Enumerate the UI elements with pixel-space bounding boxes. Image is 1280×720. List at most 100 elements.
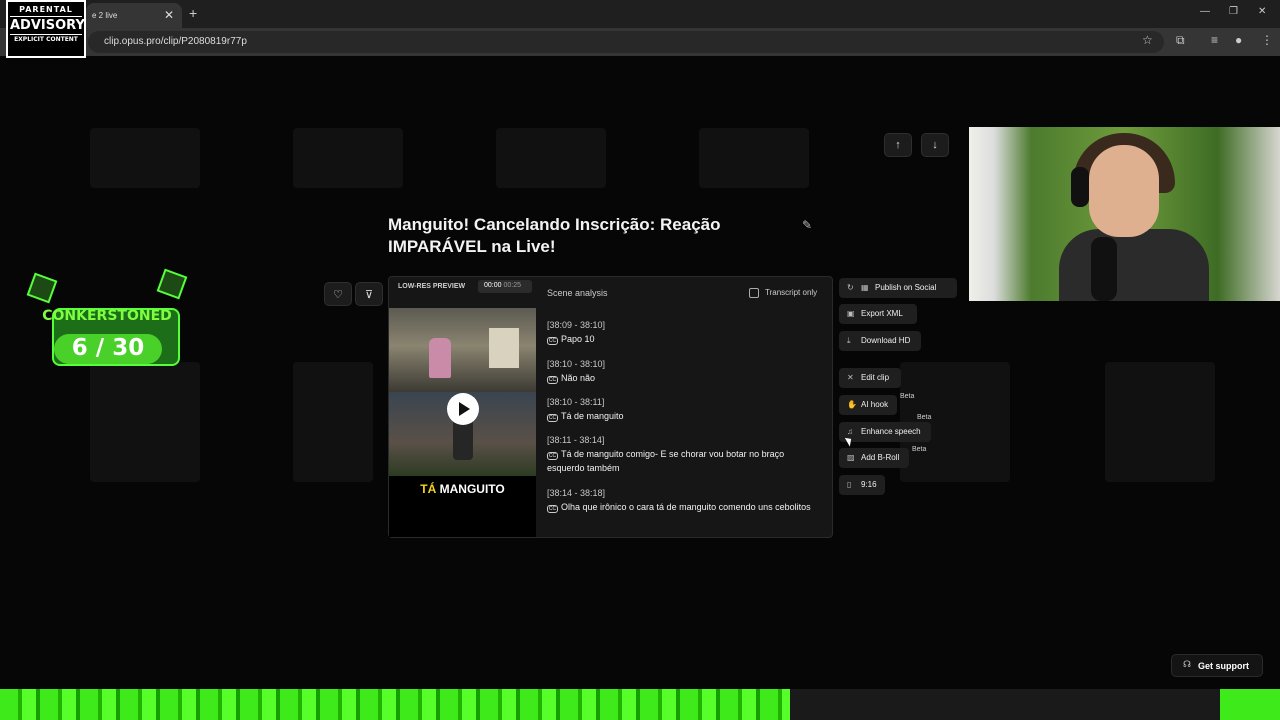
close-tab-icon[interactable]: ✕	[164, 8, 174, 22]
ai-hook-button[interactable]: ✋ AI hook	[839, 395, 897, 415]
add-broll-button[interactable]: ▨ Add B-Roll	[839, 448, 909, 468]
restore-icon[interactable]: ❐	[1229, 6, 1238, 17]
download-icon: ⤓	[847, 336, 851, 345]
clip-title: Manguito! Cancelando Inscrição: Reação I…	[388, 215, 721, 256]
ai-hook-label: AI hook	[861, 400, 889, 409]
extensions-icon[interactable]: ⧉	[1176, 33, 1185, 48]
bookmark-star-icon[interactable]: ☆	[1142, 33, 1153, 47]
edit-clip-button[interactable]: ✕ Edit clip	[839, 368, 901, 388]
transcript-only-label: Transcript only	[765, 288, 818, 297]
transcript-line: CC Não não	[547, 372, 817, 386]
beta-badge: Beta	[912, 446, 927, 453]
bg-clip-thumb	[293, 128, 403, 188]
export-xml-label: Export XML	[861, 309, 903, 318]
transcript-time: [38:10 - 38:10]	[547, 359, 606, 369]
transcript-time: [38:10 - 38:11]	[547, 397, 605, 407]
aspect-label: 9:16	[861, 480, 877, 489]
webcam-body	[1059, 229, 1209, 301]
video-person	[429, 338, 451, 378]
transcript-line: CC Olha que irônico o cara tá de manguito…	[547, 501, 817, 515]
media-icon[interactable]: ≡	[1211, 33, 1218, 47]
bg-clip-thumb	[1105, 362, 1215, 482]
video-preview[interactable]: TÁ MANGUITO	[389, 308, 536, 537]
headset-icon: ☊	[1183, 659, 1191, 669]
enhance-speech-button[interactable]: ♫ Enhance speech	[839, 422, 931, 442]
transcript-only-checkbox[interactable]	[749, 288, 759, 298]
cc-icon: CC	[547, 376, 558, 384]
cc-icon: CC	[547, 452, 558, 460]
cc-icon: CC	[547, 505, 558, 513]
beta-badge: Beta	[900, 393, 915, 400]
enhance-speech-label: Enhance speech	[861, 427, 921, 436]
cc-icon: CC	[547, 337, 558, 345]
scene-analysis-label: Scene analysis	[547, 288, 608, 298]
get-support-label: Get support	[1198, 661, 1249, 671]
publish-label: Publish on Social	[875, 283, 937, 292]
download-hd-label: Download HD	[861, 336, 911, 345]
transcript-text: Olha que irônico o cara tá de manguito c…	[561, 502, 811, 512]
badge-counter: 6 / 30	[54, 334, 162, 364]
transcript-line: CC Papo 10	[547, 333, 817, 347]
menu-icon[interactable]: ⋮	[1261, 33, 1273, 47]
time-total: 00:25	[503, 282, 522, 289]
webcam-face	[1089, 145, 1159, 237]
stream-border-dark	[790, 689, 1220, 720]
export-xml-button[interactable]: ▣ Export XML	[839, 304, 917, 324]
premiere-icon: ▣	[847, 309, 855, 318]
profile-icon[interactable]: ●	[1235, 33, 1242, 47]
microphone	[1091, 237, 1117, 301]
window-close-icon[interactable]: ✕	[1258, 6, 1266, 17]
edit-clip-label: Edit clip	[861, 373, 890, 382]
transcript-text: Tá de manguito comigo- E se chorar vou b…	[547, 449, 785, 473]
transcript-time: [38:09 - 38:10]	[547, 320, 606, 330]
bg-clip-thumb	[293, 362, 373, 482]
cc-icon: CC	[547, 414, 558, 422]
phone-icon: ▯	[847, 480, 852, 489]
timecode: 00:00 00:25	[478, 280, 532, 293]
dice-icon	[156, 268, 188, 300]
streamer-badge: CONKERSTONED 6 / 30	[24, 268, 190, 372]
dislike-thumbs-down-icon[interactable]: ⊽	[355, 282, 383, 306]
url-field[interactable]: clip.opus.pro/clip/P2080819r77p	[88, 31, 1164, 53]
add-broll-label: Add B-Roll	[861, 453, 900, 462]
transcript-line: CC Tá de manguito comigo- E se chorar vou…	[547, 448, 817, 475]
transcript-time: [38:14 - 38:18]	[547, 488, 606, 498]
streamer-name: CONKERSTONED	[42, 308, 172, 324]
transcript-text: Papo 10	[561, 334, 595, 344]
transcript-text: Tá de manguito	[561, 411, 624, 421]
advisory-line2: ADVISORY	[10, 16, 85, 35]
refresh-icon: ↻	[847, 283, 854, 292]
caption-highlight: TÁ	[420, 482, 437, 496]
next-clip-arrow-down-icon[interactable]: ↓	[921, 133, 949, 157]
stream-border-green	[1220, 689, 1280, 720]
bg-clip-thumb	[496, 128, 606, 188]
publish-on-social-button[interactable]: ↻ ▦ Publish on Social	[839, 278, 957, 298]
edit-title-pencil-icon[interactable]: ✎	[802, 218, 812, 232]
image-icon: ▨	[847, 453, 855, 462]
hook-icon: ✋	[847, 400, 857, 409]
previous-clip-arrow-up-icon[interactable]: ↑	[884, 133, 912, 157]
preview-label: LOW-RES PREVIEW	[398, 283, 466, 290]
video-caption: TÁ MANGUITO	[389, 482, 536, 496]
bg-clip-thumb	[90, 362, 200, 482]
transcript-line: CC Tá de manguito	[547, 410, 817, 424]
advisory-line1: PARENTAL	[19, 5, 73, 14]
stream-border-green	[0, 689, 790, 720]
transcript-time: [38:11 - 38:14]	[547, 435, 605, 445]
bg-clip-thumb	[90, 128, 200, 188]
bg-clip-thumb	[699, 128, 809, 188]
scissors-icon: ✕	[847, 373, 854, 382]
aspect-ratio-button[interactable]: ▯ 9:16	[839, 475, 885, 495]
new-tab-icon[interactable]: +	[189, 5, 197, 21]
minimize-icon[interactable]: —	[1200, 6, 1210, 17]
video-window	[489, 328, 519, 368]
url-text: clip.opus.pro/clip/P2080819r77p	[104, 36, 247, 47]
webcam-overlay	[969, 127, 1280, 301]
caption-text: MANGUITO	[439, 482, 505, 496]
like-heart-icon[interactable]: ♡	[324, 282, 352, 306]
play-icon[interactable]	[447, 393, 479, 425]
parental-advisory-logo: PARENTAL ADVISORY EXPLICIT CONTENT	[6, 0, 86, 58]
headset-icon	[1071, 167, 1089, 207]
time-current: 00:00	[484, 282, 502, 289]
download-hd-button[interactable]: ⤓ Download HD	[839, 331, 921, 351]
